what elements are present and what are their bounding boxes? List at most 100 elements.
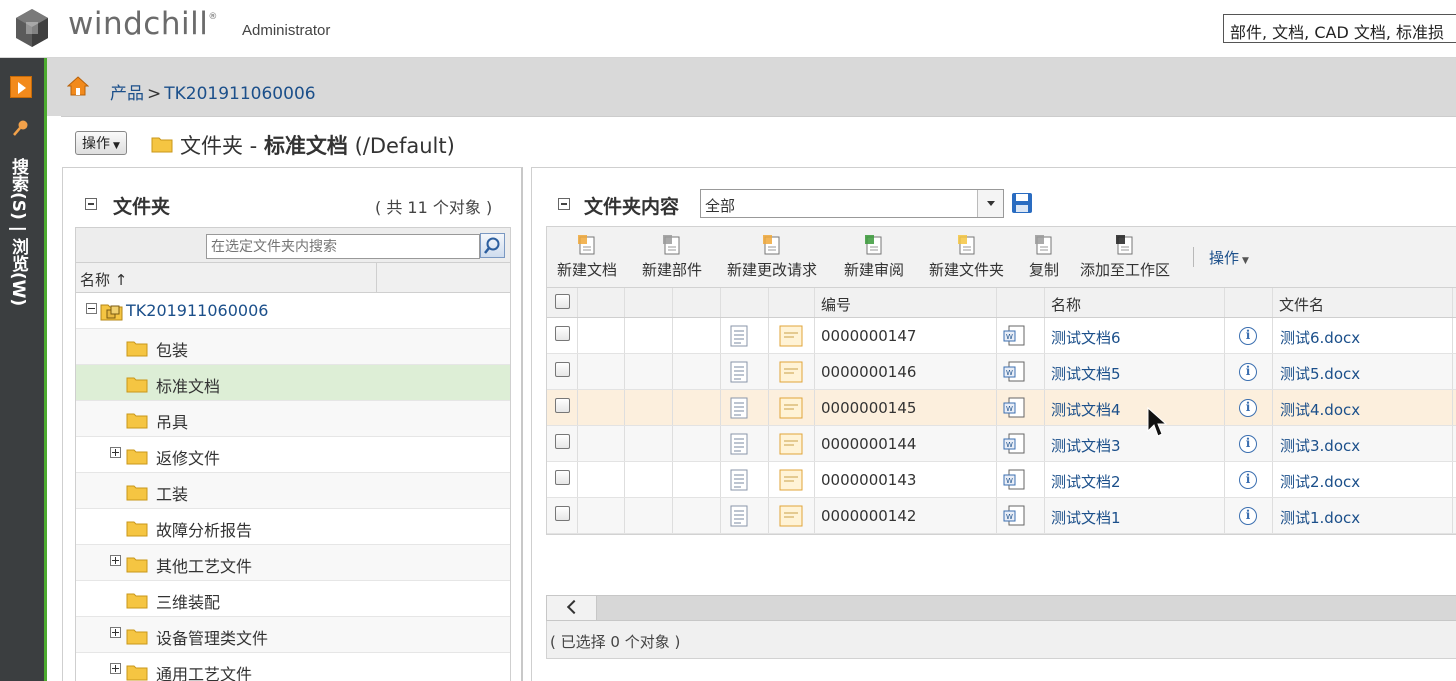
navigator-tabs[interactable]: 搜索(S) | 浏览(W): [6, 158, 38, 378]
document-filename-link[interactable]: 测试6.docx: [1280, 327, 1360, 348]
row-checkbox[interactable]: [555, 434, 570, 449]
page-actions-button[interactable]: 操作 ▼: [75, 131, 127, 155]
word-document-icon[interactable]: W: [1003, 433, 1027, 455]
horizontal-scrollbar[interactable]: [546, 595, 1456, 621]
table-row[interactable]: 0000000147 W 测试文档6 i 测试6.docx: [547, 318, 1456, 354]
document-info-icon[interactable]: [728, 397, 750, 419]
toolbar-button[interactable]: 新建文档: [557, 233, 617, 280]
select-all-checkbox[interactable]: [555, 294, 570, 309]
toolbar-button[interactable]: 添加至工作区: [1080, 233, 1170, 280]
document-info-icon[interactable]: [728, 325, 750, 347]
document-name-link[interactable]: 测试文档6: [1051, 327, 1121, 348]
document-name-link[interactable]: 测试文档5: [1051, 363, 1121, 384]
word-document-icon[interactable]: W: [1003, 325, 1027, 347]
document-name-link[interactable]: 测试文档1: [1051, 507, 1121, 528]
document-info-icon[interactable]: [728, 469, 750, 491]
row-checkbox[interactable]: [555, 506, 570, 521]
expand-icon[interactable]: [110, 447, 121, 458]
info-icon[interactable]: i: [1239, 507, 1257, 525]
table-row[interactable]: 0000000146 W 测试文档5 i 测试5.docx: [547, 354, 1456, 390]
expand-navigator-icon[interactable]: [10, 76, 32, 98]
save-view-icon[interactable]: [1011, 192, 1033, 214]
tree-folder-node[interactable]: 故障分析报告: [76, 509, 510, 545]
row-checkbox[interactable]: [555, 398, 570, 413]
info-icon[interactable]: i: [1239, 435, 1257, 453]
tree-folder-node[interactable]: 三维装配: [76, 581, 510, 617]
document-info-icon[interactable]: [728, 505, 750, 527]
toolbar-button[interactable]: 复制: [1029, 233, 1059, 280]
document-status-icon[interactable]: [779, 361, 803, 383]
document-info-icon[interactable]: [728, 433, 750, 455]
search-button[interactable]: [480, 233, 505, 258]
collapse-panel-icon[interactable]: [85, 198, 97, 210]
document-info-icon[interactable]: [728, 361, 750, 383]
toolbar-button[interactable]: 新建文件夹: [929, 233, 1004, 280]
table-row[interactable]: 0000000144 W 测试文档3 i 测试3.docx: [547, 426, 1456, 462]
expand-icon[interactable]: [110, 555, 121, 566]
expand-icon[interactable]: [110, 663, 121, 674]
column-header-number[interactable]: 编号: [821, 294, 851, 315]
toolbar-button[interactable]: 新建审阅: [844, 233, 904, 280]
row-checkbox[interactable]: [555, 326, 570, 341]
toolbar-separator: [1193, 247, 1194, 267]
document-status-icon[interactable]: [779, 433, 803, 455]
document-name-link[interactable]: 测试文档3: [1051, 435, 1121, 456]
word-document-icon[interactable]: W: [1003, 505, 1027, 527]
document-filename-link[interactable]: 测试2.docx: [1280, 471, 1360, 492]
document-number: 0000000147: [821, 327, 917, 345]
toolbar-button[interactable]: 新建更改请求: [727, 233, 817, 280]
word-document-icon[interactable]: W: [1003, 397, 1027, 419]
word-document-icon[interactable]: W: [1003, 469, 1027, 491]
dropdown-arrow-icon[interactable]: [977, 190, 1003, 217]
document-status-icon[interactable]: [779, 325, 803, 347]
tree-root-node[interactable]: TK201911060006: [76, 293, 510, 329]
folder-search-input[interactable]: [206, 234, 480, 259]
document-status-icon[interactable]: [779, 397, 803, 419]
pin-icon[interactable]: [11, 118, 31, 138]
expand-icon[interactable]: [110, 627, 121, 638]
word-document-icon[interactable]: W: [1003, 361, 1027, 383]
collapse-icon[interactable]: [86, 303, 97, 314]
info-icon[interactable]: i: [1239, 471, 1257, 489]
global-search-input[interactable]: 部件, 文档, CAD 文档, 标准损: [1223, 14, 1456, 43]
scroll-left-icon[interactable]: [547, 596, 597, 620]
folder-icon-wrap: [126, 483, 148, 505]
document-filename-link[interactable]: 测试3.docx: [1280, 435, 1360, 456]
tree-folder-node[interactable]: 设备管理类文件: [76, 617, 510, 653]
home-icon[interactable]: [67, 76, 89, 96]
document-filename-link[interactable]: 测试4.docx: [1280, 399, 1360, 420]
tree-folder-node[interactable]: 其他工艺文件: [76, 545, 510, 581]
toolbar-actions-menu[interactable]: 操作 ▼: [1209, 247, 1249, 268]
row-checkbox[interactable]: [555, 470, 570, 485]
tree-folder-node[interactable]: 通用工艺文件: [76, 653, 510, 681]
table-row[interactable]: 0000000143 W 测试文档2 i 测试2.docx: [547, 462, 1456, 498]
tree-folder-node[interactable]: 吊具: [76, 401, 510, 437]
info-icon[interactable]: i: [1239, 327, 1257, 345]
column-header-name[interactable]: 名称: [1051, 294, 1081, 315]
document-filename-link[interactable]: 测试1.docx: [1280, 507, 1360, 528]
tree-folder-node[interactable]: 返修文件: [76, 437, 510, 473]
table-row[interactable]: 0000000145 W 测试文档4 i 测试4.docx: [547, 390, 1456, 426]
document-status-icon[interactable]: [779, 469, 803, 491]
column-header-filename[interactable]: 文件名: [1279, 294, 1324, 315]
document-name-link[interactable]: 测试文档2: [1051, 471, 1121, 492]
current-user[interactable]: Administrator: [242, 22, 330, 39]
table-row[interactable]: 0000000142 W 测试文档1 i 测试1.docx: [547, 498, 1456, 534]
tree-folder-node[interactable]: 工装: [76, 473, 510, 509]
navigator-tab-label[interactable]: 搜索(S) | 浏览(W): [6, 158, 31, 306]
tree-folder-node[interactable]: 包装: [76, 329, 510, 365]
breadcrumb-item-product[interactable]: 产品: [110, 84, 144, 104]
row-checkbox[interactable]: [555, 362, 570, 377]
copy-icon: [1035, 235, 1052, 255]
collapse-panel-icon[interactable]: [558, 198, 570, 210]
column-name-sort[interactable]: 名称 ↑: [80, 269, 127, 290]
info-icon[interactable]: i: [1239, 363, 1257, 381]
view-select[interactable]: 全部: [700, 189, 1004, 218]
info-icon[interactable]: i: [1239, 399, 1257, 417]
toolbar-button[interactable]: 新建部件: [642, 233, 702, 280]
document-filename-link[interactable]: 测试5.docx: [1280, 363, 1360, 384]
tree-folder-node[interactable]: 标准文档: [76, 365, 510, 401]
document-name-link[interactable]: 测试文档4: [1051, 399, 1121, 420]
document-status-icon[interactable]: [779, 505, 803, 527]
breadcrumb-item-product-name[interactable]: TK201911060006: [164, 84, 315, 104]
